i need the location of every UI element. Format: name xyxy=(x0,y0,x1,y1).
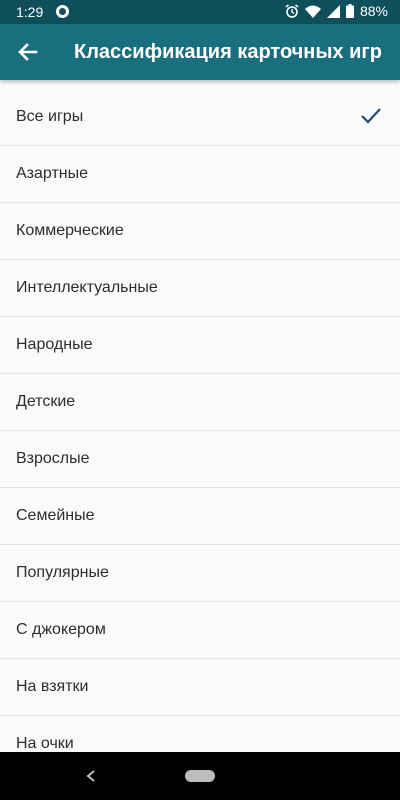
list-item-label: Популярные xyxy=(16,564,109,581)
list-item-adult[interactable]: Взрослые xyxy=(0,431,400,488)
alarm-icon xyxy=(285,4,299,18)
list-item-points[interactable]: На очки xyxy=(0,716,400,751)
page-title: Классификация карточных игр xyxy=(74,41,382,63)
list-item-label: Азартные xyxy=(16,165,89,182)
list-item-label: На взятки xyxy=(16,678,89,695)
wifi-icon xyxy=(304,5,321,18)
list-item-label: Интеллектуальные xyxy=(16,279,158,296)
list-item-children[interactable]: Детские xyxy=(0,374,400,431)
list-item-label: Все игры xyxy=(16,108,84,125)
list-item-tricks[interactable]: На взятки xyxy=(0,659,400,716)
app-notification-icon xyxy=(56,5,69,18)
list-item-intellectual[interactable]: Интеллектуальные xyxy=(0,260,400,317)
list-item-with-joker[interactable]: С джокером xyxy=(0,602,400,659)
list-item-label: На очки xyxy=(16,735,74,751)
status-bar: 1:29 88% xyxy=(0,0,400,24)
list-item-all-games[interactable]: Все игры xyxy=(0,89,400,146)
category-list[interactable]: Все игры Азартные Коммерческие Интеллект… xyxy=(0,89,400,751)
list-item-label: Коммерческие xyxy=(16,222,124,239)
list-item-gambling[interactable]: Азартные xyxy=(0,146,400,203)
checkmark-icon xyxy=(361,108,381,124)
list-item-family[interactable]: Семейные xyxy=(0,488,400,545)
status-time: 1:29 xyxy=(16,4,44,20)
status-icons: 88% xyxy=(285,3,388,19)
arrow-back-icon xyxy=(18,43,38,61)
system-nav-bar xyxy=(0,752,400,800)
app-bar: Классификация карточных игр xyxy=(0,24,400,80)
signal-icon xyxy=(326,4,340,18)
list-item-label: Семейные xyxy=(16,507,95,524)
list-item-popular[interactable]: Популярные xyxy=(0,545,400,602)
back-button[interactable] xyxy=(14,38,42,66)
list-item-label: Взрослые xyxy=(16,450,90,467)
battery-icon xyxy=(345,4,354,18)
list-item-folk[interactable]: Народные xyxy=(0,317,400,374)
list-item-label: Детские xyxy=(16,393,76,410)
list-item-label: С джокером xyxy=(16,621,106,638)
list-item-label: Народные xyxy=(16,336,93,353)
list-item-commercial[interactable]: Коммерческие xyxy=(0,203,400,260)
battery-percent: 88% xyxy=(359,3,388,19)
home-pill-icon[interactable] xyxy=(185,770,215,782)
back-triangle-icon[interactable] xyxy=(84,768,98,784)
